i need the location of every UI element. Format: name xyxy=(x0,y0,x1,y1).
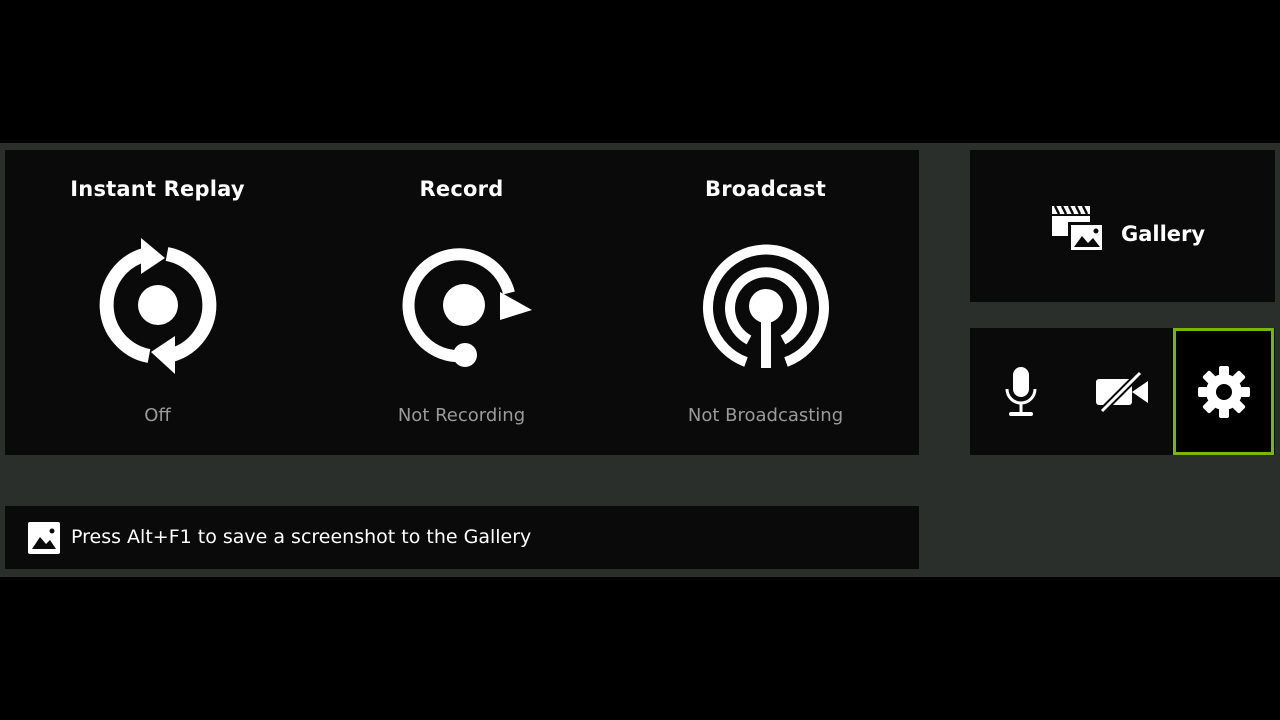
broadcast-tile[interactable]: Broadcast Not Broadcasting xyxy=(613,150,918,455)
gallery-label: Gallery xyxy=(1121,222,1206,246)
camera-off-icon xyxy=(1095,370,1148,413)
broadcast-status: Not Broadcasting xyxy=(687,405,844,426)
microphone-icon xyxy=(1005,366,1036,416)
record-status: Not Recording xyxy=(397,405,526,426)
screen: Instant Replay Off Record Not Recording … xyxy=(0,0,1280,720)
gallery-icon xyxy=(1052,205,1104,252)
record-title: Record xyxy=(419,177,504,201)
instant-replay-status: Off xyxy=(144,405,171,426)
image-icon xyxy=(28,522,60,554)
settings-button[interactable] xyxy=(1173,328,1274,455)
instant-replay-icon xyxy=(99,238,216,374)
instant-replay-title: Instant Replay xyxy=(70,177,245,201)
record-icon xyxy=(402,248,532,367)
gallery-button[interactable]: Gallery xyxy=(970,150,1275,302)
broadcast-title: Broadcast xyxy=(705,177,826,201)
screenshot-hint-bar: Press Alt+F1 to save a screenshot to the… xyxy=(5,506,919,569)
quick-tools-panel xyxy=(970,328,1275,455)
record-tile[interactable]: Record Not Recording xyxy=(309,150,614,455)
screenshot-hint-text: Press Alt+F1 to save a screenshot to the… xyxy=(71,526,532,548)
features-panel: Instant Replay Off Record Not Recording … xyxy=(5,150,919,455)
camera-button[interactable] xyxy=(1071,328,1172,455)
gear-icon xyxy=(1197,365,1250,418)
share-overlay: Instant Replay Off Record Not Recording … xyxy=(0,143,1280,577)
instant-replay-tile[interactable]: Instant Replay Off xyxy=(5,150,310,455)
microphone-button[interactable] xyxy=(970,328,1071,455)
broadcast-icon xyxy=(702,244,829,368)
